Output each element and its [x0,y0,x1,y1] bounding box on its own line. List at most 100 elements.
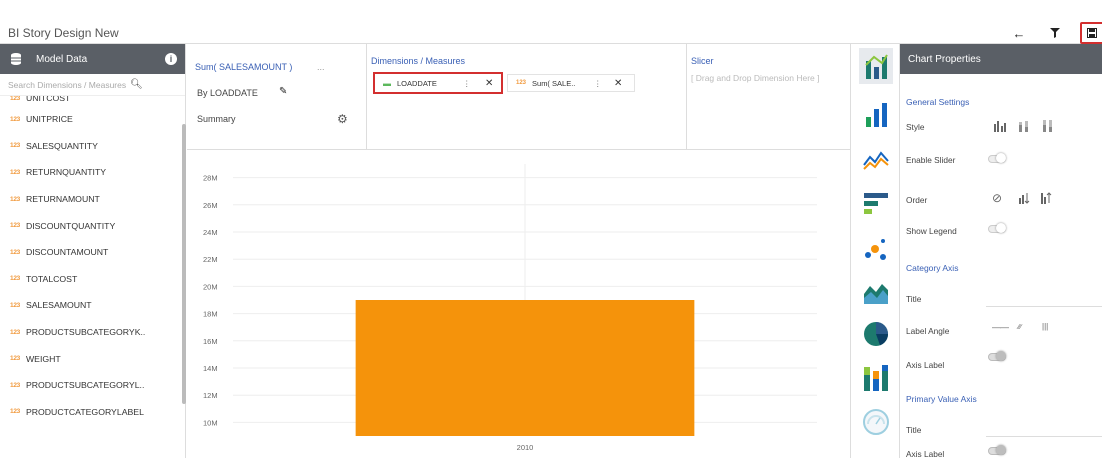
value-title-input[interactable] [986,436,1102,437]
gear-icon[interactable]: ⚙ [337,112,348,126]
bar[interactable] [355,300,695,436]
numeric-type-badge: 123 [10,142,20,150]
measure-more[interactable]: ... [317,62,325,72]
y-tick-label: 10M [203,418,218,427]
save-icon [1087,28,1097,38]
x-tick-label: 2010 [517,443,534,452]
chart-type-bar[interactable] [859,186,893,222]
primary-value-axis-header: Primary Value Axis [906,394,977,404]
filter-button[interactable] [1042,22,1068,44]
model-data-header: Model Data i [0,44,185,74]
show-legend-toggle[interactable] [988,223,1006,233]
back-button[interactable]: ← [1006,22,1032,44]
field-label: PRODUCTSUBCATEGORYK.. [25,327,146,338]
line-chart-icon [863,151,889,170]
summary-label: Summary [197,114,236,124]
measure-label[interactable]: Sum( SALESAMOUNT ) [195,62,292,72]
enable-slider-toggle[interactable] [988,153,1006,163]
chart-properties-header: Chart Properties [900,44,1102,74]
dimensions-measures-shelf: Dimensions / Measures ▬ LOADDATE ⋮ ✕ 123… [367,44,687,150]
chip-label: LOADDATE [397,78,437,88]
value-axis-label-label: Axis Label [906,449,945,458]
label-angle-horizontal-icon[interactable]: —— [992,322,1009,332]
order-none-icon[interactable]: ⊘ [992,191,1002,205]
field-label: RETURNAMOUNT [25,194,100,205]
order-ascending-icon[interactable] [1018,192,1030,204]
label-angle-label: Label Angle [906,326,950,336]
y-tick-label: 14M [203,364,218,373]
style-stacked-icon[interactable] [1018,120,1030,132]
field-item[interactable]: 123 UNITCOST [10,96,185,106]
field-item[interactable]: 123 DISCOUNTQUANTITY [10,212,185,239]
label-angle-vertical-icon[interactable]: ||| [1042,322,1048,331]
close-icon[interactable]: ✕ [614,78,622,89]
field-list-scrollbar[interactable] [182,124,186,404]
value-axis-label-toggle[interactable] [988,445,1006,455]
info-icon[interactable]: i [165,53,177,65]
model-data-title: Model Data [36,53,88,65]
slicer-header: Slicer [691,56,714,66]
field-item[interactable]: 123 DISCOUNTAMOUNT [10,239,185,266]
label-angle-slanted-icon[interactable]: ∕∕∕ [1018,324,1022,331]
y-tick-label: 22M [203,255,218,264]
kebab-icon[interactable]: ⋮ [463,79,471,88]
value-title-label: Title [906,425,922,435]
chart-type-gauge[interactable] [859,404,893,440]
chart-type-line[interactable] [859,142,893,178]
chart-type-pie[interactable] [859,316,893,352]
model-data-panel: Model Data i Search Dimensions / Measure… [0,44,186,458]
slicer-shelf[interactable]: Slicer [ Drag and Drop Dimension Here ] [687,44,850,150]
area-chart-icon [864,284,888,304]
field-item[interactable]: 123 UNITPRICE [10,106,185,133]
search-placeholder: Search Dimensions / Measures [8,79,127,90]
field-item[interactable]: 123 RETURNQUANTITY [10,159,185,186]
save-button[interactable] [1080,22,1102,44]
database-icon [11,53,21,65]
chart-type-scatter[interactable] [859,230,893,266]
field-item[interactable]: 123 PRODUCTSUBCATEGORYL.. [10,372,185,399]
numeric-type-badge: 123 [10,168,20,176]
style-clustered-icon[interactable] [994,120,1006,132]
by-dimension-label: By LOADDATE [197,88,258,98]
chart-type-column-line[interactable] [859,48,893,84]
y-tick-label: 28M [203,174,218,183]
close-icon[interactable]: ✕ [485,78,493,89]
loaddate-chip[interactable]: ▬ LOADDATE ⋮ ✕ [373,72,503,94]
chart-type-area[interactable] [859,274,893,310]
chart-area: 10M 12M 14M 16M 18M 20M 22M 24M 26M 28M 2010 [187,150,850,458]
general-settings-header: General Settings [906,97,970,107]
y-tick-label: 12M [203,391,218,400]
field-item[interactable]: 123 PRODUCTCATEGORYLABEL [10,399,185,426]
order-descending-icon[interactable] [1040,192,1052,204]
field-label: PRODUCTCATEGORYLABEL [25,406,144,417]
search-icon[interactable]: 🔍︎ [130,79,143,90]
field-item[interactable]: 123 SALESAMOUNT [10,292,185,319]
field-item[interactable]: 123 PRODUCTSUBCATEGORYK.. [10,319,185,346]
field-label: SALESQUANTITY [25,140,98,151]
style-percent-icon[interactable] [1042,120,1054,132]
field-label: SALESAMOUNT [25,300,92,311]
sum-sales-chip[interactable]: 123 Sum( SALE.. ⋮ ✕ [507,74,635,92]
field-item[interactable]: 123 SALESQUANTITY [10,133,185,160]
axis-label-toggle[interactable] [988,351,1006,361]
bar-chart-icon [864,193,888,214]
numeric-type-badge: 123 [10,115,20,123]
order-label: Order [906,195,928,205]
shelf-area: Sum( SALESAMOUNT ) ... By LOADDATE ✎ Sum… [187,44,850,150]
pencil-icon[interactable]: ✎ [279,86,287,97]
field-item[interactable]: 123 WEIGHT [10,345,185,372]
field-label: TOTALCOST [25,273,78,284]
search-input[interactable]: Search Dimensions / Measures 🔍︎ [0,74,185,96]
field-item[interactable]: 123 TOTALCOST [10,266,185,293]
measure-shelf: Sum( SALESAMOUNT ) ... By LOADDATE ✎ Sum… [187,44,367,150]
numeric-type-badge: 123 [10,408,20,416]
chart-type-stacked-column[interactable] [859,360,893,396]
category-title-input[interactable] [986,306,1102,307]
numeric-type-badge: 123 [10,381,20,389]
chart-type-column[interactable] [859,96,893,132]
field-label: RETURNQUANTITY [25,167,107,178]
slicer-hint: [ Drag and Drop Dimension Here ] [691,73,820,83]
field-item[interactable]: 123 RETURNAMOUNT [10,186,185,213]
category-title-label: Title [906,294,922,304]
kebab-icon[interactable]: ⋮ [594,79,602,88]
